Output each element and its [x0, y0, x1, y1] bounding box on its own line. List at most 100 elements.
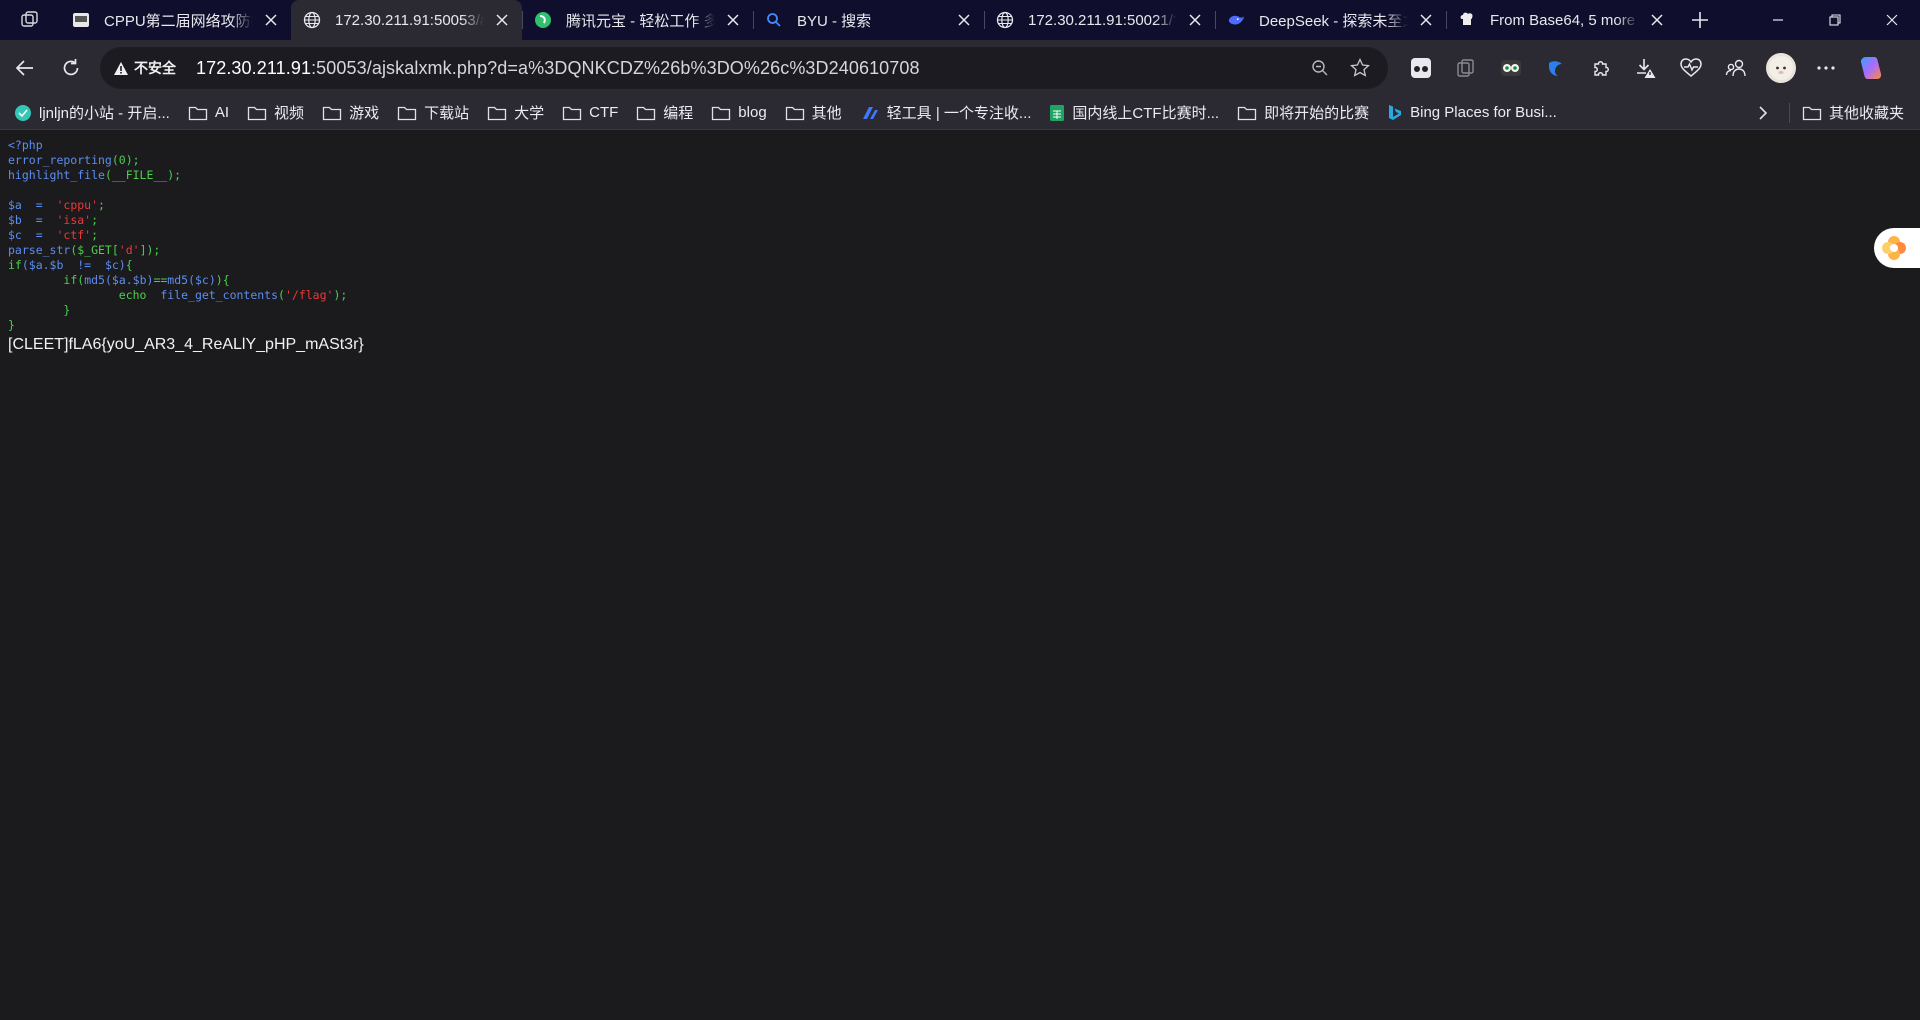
code-token: ($c) — [188, 273, 216, 287]
code-token: ; — [91, 213, 99, 227]
glasses-box-icon — [1410, 58, 1431, 78]
extension-copy-button[interactable] — [1443, 48, 1488, 88]
security-indicator[interactable]: 不安全 — [114, 58, 176, 78]
folder-icon — [322, 105, 342, 121]
settings-menu-button[interactable] — [1803, 48, 1848, 88]
tab-byu-search[interactable]: BYU - 搜索 — [753, 0, 984, 40]
extension-immersive-button[interactable] — [1398, 48, 1443, 88]
close-icon[interactable] — [1185, 10, 1205, 30]
floating-assistant-button[interactable] — [1874, 228, 1920, 268]
new-tab-button[interactable] — [1677, 0, 1723, 40]
browser-essentials-button[interactable] — [1668, 48, 1713, 88]
bookmark-folder-university[interactable]: 大学 — [487, 102, 544, 123]
code-token: ); — [333, 288, 348, 302]
bookmarks-more-button[interactable] — [1743, 105, 1783, 121]
tab-title: 172.30.211.91:50021/?c — [1028, 11, 1177, 29]
downloads-button[interactable] — [1623, 48, 1668, 88]
url-path: :50053/ajskalxmk.php?d=a%3DQNKCDZ%26b%3D… — [311, 57, 920, 78]
more-horizontal-icon — [1816, 66, 1835, 70]
tab-yuanbao[interactable]: 腾讯元宝 - 轻松工作 多 — [522, 0, 753, 40]
refresh-icon — [63, 59, 79, 76]
code-token: 'ctf' — [56, 228, 92, 242]
php-source-code: <?php error_reporting(0); highlight_file… — [8, 138, 347, 333]
close-icon[interactable] — [1416, 10, 1436, 30]
close-icon[interactable] — [723, 10, 743, 30]
folder-icon — [785, 105, 805, 121]
code-token: ($a.$b != $c) — [21, 258, 126, 272]
qing-tool-icon — [860, 105, 880, 121]
folder-icon — [188, 105, 208, 121]
copilot-icon — [1860, 57, 1881, 79]
restore-button[interactable] — [1806, 0, 1863, 40]
close-icon[interactable] — [492, 10, 512, 30]
translate-icon — [1548, 61, 1562, 76]
code-token: == — [153, 273, 168, 287]
bookmark-folder-video[interactable]: 视频 — [247, 102, 304, 123]
window-controls — [1749, 0, 1920, 40]
deepseek-icon — [1227, 11, 1245, 29]
share-feedback-button[interactable] — [1713, 48, 1758, 88]
other-favorites-folder[interactable]: 其他收藏夹 — [1802, 102, 1904, 123]
tab-title: 腾讯元宝 - 轻松工作 多 — [566, 12, 715, 30]
bookmark-folder-ctf[interactable]: CTF — [562, 104, 618, 121]
url-text[interactable]: 172.30.211.91:50053/ajskalxmk.php?d=a%3D… — [196, 58, 920, 79]
tab-50021[interactable]: 172.30.211.91:50021/?c — [984, 0, 1215, 40]
copilot-button[interactable] — [1848, 48, 1893, 88]
bookmark-qing-tool[interactable]: 轻工具 | 一个专注收... — [860, 102, 1031, 123]
bookmark-bing-places[interactable]: Bing Places for Busi... — [1387, 104, 1557, 122]
copy-icon — [1456, 59, 1474, 77]
bookmark-label: 即将开始的比赛 — [1264, 105, 1370, 122]
star-icon — [1350, 58, 1370, 77]
close-icon[interactable] — [261, 10, 281, 30]
close-window-button[interactable] — [1863, 0, 1920, 40]
tab-cppu[interactable]: CPPU第二届网络攻防挑战赛 — [60, 0, 291, 40]
code-line: } — [63, 303, 71, 317]
code-token: ($_GET[ — [70, 243, 119, 257]
tab-cyberchef[interactable]: From Base64, 5 more - C — [1446, 0, 1677, 40]
site-icon — [14, 104, 32, 122]
code-token: error_reporting — [8, 153, 112, 167]
refresh-button[interactable] — [48, 48, 94, 88]
tab-actions-button[interactable] — [0, 0, 60, 40]
search-icon — [765, 11, 783, 29]
back-button[interactable] — [2, 48, 48, 88]
yuanbao-icon — [534, 11, 552, 29]
extensions-button[interactable] — [1578, 48, 1623, 88]
tab-deepseek[interactable]: DeepSeek - 探索未至之境 — [1215, 0, 1446, 40]
bookmark-folder-other[interactable]: 其他 — [785, 102, 842, 123]
security-label: 不安全 — [134, 60, 176, 76]
extension-translate-button[interactable] — [1533, 48, 1578, 88]
bookmark-folder-ai[interactable]: AI — [188, 104, 229, 121]
close-icon[interactable] — [954, 10, 974, 30]
url-host: 172.30.211.91 — [196, 57, 312, 78]
zoom-button[interactable] — [1300, 50, 1340, 86]
bookmark-folder-programming[interactable]: 编程 — [636, 102, 693, 123]
zoom-out-icon — [1312, 60, 1328, 76]
bookmark-label: 国内线上CTF比赛时... — [1072, 105, 1220, 122]
bookmark-folder-downloads[interactable]: 下载站 — [397, 102, 469, 123]
code-token: { — [125, 258, 133, 272]
address-bar-actions — [1300, 50, 1388, 86]
bookmark-folder-games[interactable]: 游戏 — [322, 102, 379, 123]
minimize-button[interactable] — [1749, 0, 1806, 40]
code-line: <?php — [8, 138, 43, 152]
bookmark-ctf-schedule[interactable]: 国内线上CTF比赛时... — [1049, 102, 1219, 123]
tab-current[interactable]: 172.30.211.91:50053/ajskalxmk.php — [291, 0, 522, 40]
address-bar[interactable]: 不安全 172.30.211.91:50053/ajskalxmk.php?d=… — [100, 47, 1388, 89]
close-icon[interactable] — [1647, 10, 1667, 30]
code-token: if — [63, 273, 78, 287]
favorite-button[interactable] — [1340, 50, 1380, 86]
extension-tampermonkey-button[interactable] — [1488, 48, 1533, 88]
code-token: $b = — [8, 213, 57, 227]
arrow-left-icon — [15, 60, 33, 76]
bookmark-ljnljn[interactable]: ljnljn的小站 - 开启... — [14, 102, 170, 123]
bookmark-folder-blog[interactable]: blog — [711, 104, 767, 121]
code-token: $c = — [8, 228, 57, 242]
bookmark-label: CTF — [589, 104, 619, 121]
profile-button[interactable] — [1758, 48, 1803, 88]
download-icon — [1636, 59, 1655, 78]
bookmark-label: ljnljn的小站 - 开启... — [39, 105, 170, 122]
bookmark-folder-upcoming[interactable]: 即将开始的比赛 — [1237, 102, 1369, 123]
sheep-avatar-icon — [1768, 56, 1793, 80]
page-content: <?php error_reporting(0); highlight_file… — [0, 130, 1920, 1020]
